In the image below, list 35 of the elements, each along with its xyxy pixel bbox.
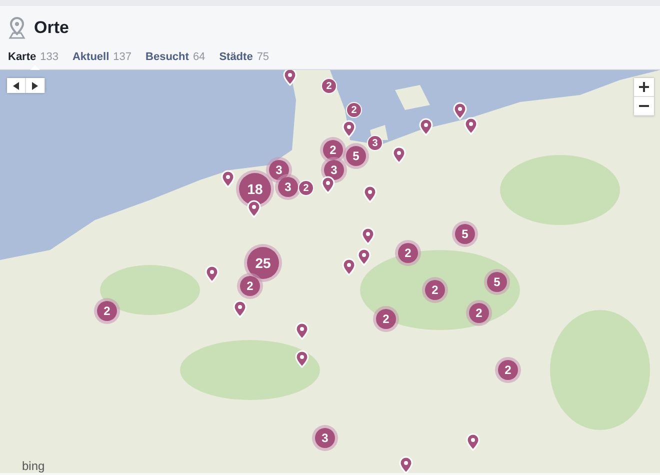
minus-icon: [639, 105, 649, 107]
map-pin-icon[interactable]: [205, 265, 219, 283]
map-pin-icon[interactable]: [399, 456, 413, 473]
tab[interactable]: Karte 133: [8, 51, 58, 69]
map-pin-icon[interactable]: [357, 248, 371, 266]
tab[interactable]: Städte 75: [219, 51, 270, 69]
tab[interactable]: Aktuell 137: [72, 51, 132, 69]
pan-right-button[interactable]: [26, 78, 45, 93]
map-pin-icon[interactable]: [342, 120, 356, 138]
map-pin-icon[interactable]: [295, 322, 309, 340]
map-pin-icon[interactable]: [464, 117, 478, 135]
map-attribution: bing: [22, 460, 45, 473]
pan-left-button[interactable]: [7, 78, 26, 93]
map-pin-icon[interactable]: [466, 433, 480, 451]
zoom-out-button[interactable]: [634, 97, 654, 116]
map-pin-icon[interactable]: [453, 102, 467, 120]
caret-left-icon: [13, 82, 19, 90]
caret-right-icon: [32, 82, 38, 90]
map-pin-icon[interactable]: [221, 170, 235, 188]
page-title: Orte: [34, 18, 69, 38]
map-pin-icon[interactable]: [361, 227, 375, 245]
tab[interactable]: Besucht 64: [146, 51, 206, 69]
plus-icon: [639, 82, 649, 92]
location-pin-icon: [8, 17, 26, 39]
map-pin-icon[interactable]: [392, 146, 406, 164]
map[interactable]: 2 2 3 2 5 3 3 18 3 2 5 2 25 2 2 5 2 2 2 2 3 bing: [0, 70, 660, 473]
zoom-in-button[interactable]: [634, 78, 654, 97]
map-pin-icon[interactable]: [363, 185, 377, 203]
map-pin-icon[interactable]: [342, 258, 356, 276]
map-pin-icon[interactable]: [283, 70, 297, 86]
map-pin-icon[interactable]: [295, 350, 309, 368]
map-pin-icon[interactable]: [321, 176, 335, 194]
map-pin-icon[interactable]: [233, 300, 247, 318]
map-pin-icon[interactable]: [247, 200, 261, 218]
map-pin-icon[interactable]: [419, 118, 433, 136]
